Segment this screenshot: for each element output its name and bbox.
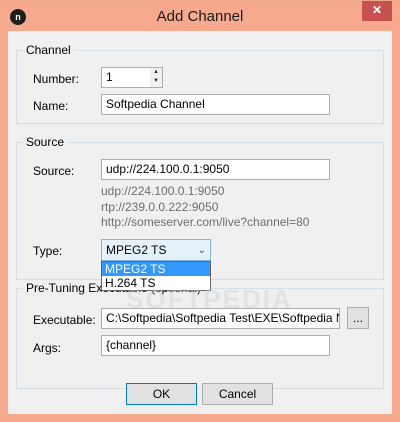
source-label: Source: [33,164,75,178]
type-select-value: MPEG2 TS [106,243,167,257]
source-group-title: Source [23,135,68,149]
channel-group-title: Channel [23,43,74,57]
name-label: Name: [33,99,69,113]
cancel-button[interactable]: Cancel [202,383,273,405]
args-label: Args: [33,341,62,355]
type-label: Type: [33,244,63,258]
source-field[interactable]: udp://224.100.0.1:9050 [101,159,330,180]
executable-label: Executable: [33,313,96,327]
browse-button[interactable]: ... [347,307,369,329]
watermark: SOFTPEDIA [126,284,293,314]
title-bar[interactable]: n Add Channel ✕ [1,1,399,31]
number-stepper[interactable]: ▲ ▼ [150,67,163,88]
source-hint: http://someserver.com/live?channel=80 [101,215,310,229]
type-select[interactable]: MPEG2 TS ⌄ [101,239,211,261]
chevron-down-icon[interactable]: ⌄ [198,244,206,258]
stepper-up-icon[interactable]: ▲ [150,68,162,77]
number-field[interactable]: 1 [101,67,151,88]
add-channel-dialog: n Add Channel ✕ Channel Number: 1 ▲ ▼ Na… [0,0,400,422]
source-hint: rtp://239.0.0.222:9050 [101,200,219,214]
args-field[interactable]: {channel} [101,335,330,356]
type-option-mpeg2[interactable]: MPEG2 TS [102,262,210,276]
number-label: Number: [33,72,80,86]
close-icon[interactable]: ✕ [362,1,392,21]
window-title: Add Channel [156,8,244,25]
dialog-body: Channel Number: 1 ▲ ▼ Name: Softpedia Ch… [8,31,392,414]
stepper-down-icon[interactable]: ▼ [150,77,162,86]
name-field[interactable]: Softpedia Channel [101,94,330,115]
ok-button[interactable]: OK [126,383,197,405]
channel-group: Channel Number: 1 ▲ ▼ Name: Softpedia Ch… [16,43,384,124]
source-hint: udp://224.100.0.1:9050 [101,184,225,198]
